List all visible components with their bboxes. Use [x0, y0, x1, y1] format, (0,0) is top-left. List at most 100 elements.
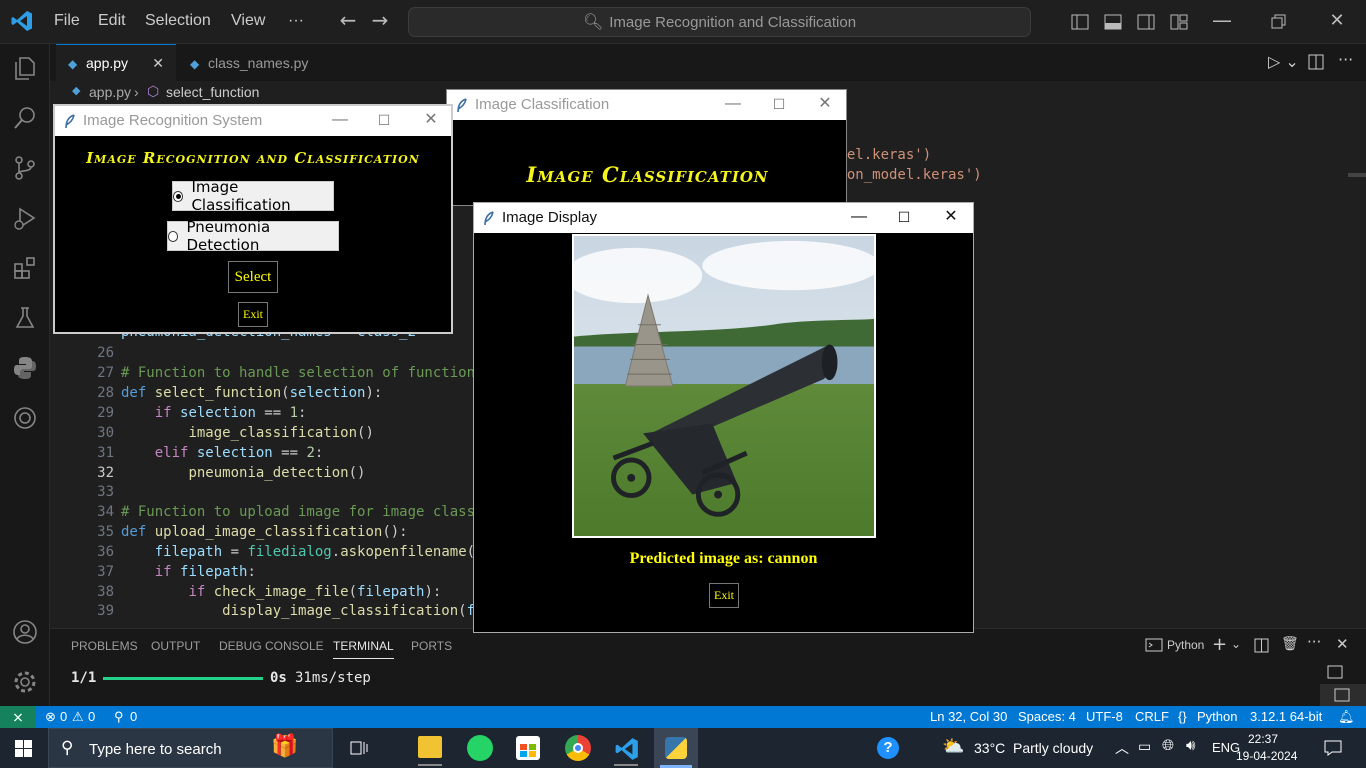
tab-class-names-py[interactable]: ◆ class_names.py [178, 44, 320, 81]
line-number: 28 [97, 385, 114, 401]
exit-button[interactable]: Exit [238, 302, 268, 327]
maximize-icon[interactable]: ☐ [894, 207, 914, 227]
remote-indicator-icon[interactable]: ⨯ [0, 706, 36, 728]
split-terminal-icon[interactable] [1254, 638, 1269, 653]
select-button[interactable]: Select [228, 261, 278, 293]
maximize-icon[interactable]: ☐ [374, 110, 394, 130]
terminal-shell-label[interactable]: Python [1167, 638, 1204, 652]
tab-app-py[interactable]: ◆ app.py ✕ [56, 44, 176, 81]
back-arrow-icon[interactable]: ← [338, 10, 358, 30]
notifications-bell-icon[interactable]: 🔔︎ [1338, 709, 1355, 725]
minimize-icon[interactable]: — [330, 110, 350, 130]
ports-icon[interactable]: ⚲ [114, 709, 124, 725]
testing-flask-icon[interactable] [11, 304, 39, 332]
warning-count[interactable]: 0 [88, 709, 95, 724]
forward-arrow-icon[interactable]: → [370, 10, 390, 30]
more-actions-icon[interactable]: ··· [1338, 50, 1353, 69]
microsoft-store-icon[interactable] [516, 736, 540, 760]
panel-tab-terminal[interactable]: TERMINAL [333, 639, 394, 659]
weather-temperature[interactable]: 33°C [974, 740, 1005, 756]
volume-icon[interactable]: 🔊︎ [1186, 737, 1195, 754]
close-icon[interactable]: ✕ [421, 110, 441, 130]
clock-time[interactable]: 22:37 [1248, 732, 1278, 746]
errors-icon[interactable]: ⊗ [45, 709, 56, 725]
menu-edit[interactable]: Edit [98, 12, 126, 30]
maximize-icon[interactable]: ☐ [769, 94, 789, 114]
vscode-taskbar-icon[interactable] [614, 736, 640, 762]
run-debug-icon[interactable] [11, 204, 39, 232]
panel-tab-ports[interactable]: PORTS [411, 639, 452, 653]
menu-file[interactable]: File [54, 12, 80, 30]
close-icon[interactable]: ✕ [941, 207, 961, 227]
customize-layout-icon[interactable] [1170, 13, 1188, 31]
breadcrumb-symbol[interactable]: select_function [166, 84, 259, 100]
split-editor-icon[interactable] [1308, 54, 1324, 70]
chevron-up-icon[interactable]: ︿ [1115, 738, 1129, 758]
new-terminal-icon[interactable]: + [1212, 634, 1227, 655]
explorer-icon[interactable] [11, 54, 39, 82]
menu-more[interactable]: ··· [288, 12, 304, 30]
close-panel-icon[interactable]: ✕ [1336, 635, 1349, 653]
close-tab-icon[interactable]: ✕ [152, 55, 164, 72]
settings-gear-icon[interactable] [11, 668, 39, 696]
file-explorer-icon[interactable] [418, 736, 442, 758]
breadcrumb-file[interactable]: app.py [89, 84, 131, 100]
accounts-icon[interactable] [11, 618, 39, 646]
python-taskbar-button[interactable] [654, 728, 698, 768]
indentation[interactable]: Spaces: 4 [1018, 709, 1076, 724]
minimize-icon[interactable]: — [723, 94, 743, 114]
whatsapp-icon[interactable] [467, 735, 493, 761]
command-center-search[interactable]: 🔍︎ Image Recognition and Classification [408, 7, 1031, 37]
weather-description[interactable]: Partly cloudy [1013, 740, 1093, 756]
encoding[interactable]: UTF-8 [1086, 709, 1123, 724]
exit-button[interactable]: Exit [709, 583, 739, 608]
toggle-secondary-sidebar-icon[interactable] [1137, 13, 1155, 31]
run-python-file-icon[interactable]: ▷ ⌄ [1268, 52, 1299, 71]
source-control-icon[interactable] [11, 154, 39, 182]
windows-start-icon[interactable] [15, 740, 32, 757]
chevron-down-icon[interactable]: ⌄ [1231, 637, 1241, 651]
radio-pneumonia-detection[interactable]: Pneumonia Detection [167, 218, 339, 254]
python-interpreter[interactable]: 3.12.1 64-bit [1250, 709, 1322, 724]
window-title-bar[interactable]: Image Recognition System — ☐ ✕ [55, 106, 451, 136]
panel-tab-problems[interactable]: PROBLEMS [71, 639, 138, 653]
restore-icon[interactable] [1271, 14, 1287, 30]
toggle-panel-icon[interactable] [1104, 13, 1122, 31]
tab-label: class_names.py [208, 54, 309, 71]
language-mode[interactable]: Python [1197, 709, 1237, 724]
chrome-icon[interactable] [565, 735, 591, 761]
battery-icon[interactable]: ▭ [1138, 738, 1151, 755]
error-count[interactable]: 0 [60, 709, 67, 724]
toggle-sidebar-icon[interactable] [1071, 13, 1089, 31]
help-question-icon[interactable]: ? [877, 737, 899, 759]
more-actions-icon[interactable]: ··· [1307, 633, 1321, 651]
notification-center-icon[interactable] [1324, 740, 1342, 756]
extensions-icon[interactable] [11, 254, 39, 282]
network-globe-icon[interactable]: 🌐︎ [1162, 737, 1174, 754]
window-title-bar[interactable]: Image Classification — ☐ ✕ [447, 90, 846, 120]
warning-icon[interactable]: ⚠ [72, 709, 84, 725]
radio-image-classification[interactable]: Image Classification [172, 178, 334, 214]
panel-tab-output[interactable]: OUTPUT [151, 639, 200, 653]
window-title-bar[interactable]: Image Display — ☐ ✕ [474, 203, 973, 233]
clock-date[interactable]: 19-04-2024 [1236, 749, 1297, 763]
line-number: 35 [97, 524, 114, 540]
taskbar-search-box[interactable]: ⚲ Type here to search 🎁 [48, 728, 333, 768]
task-view-icon[interactable] [350, 740, 368, 756]
minimize-icon[interactable]: — [849, 207, 869, 227]
line-ending[interactable]: CRLF [1135, 709, 1169, 724]
trash-icon[interactable]: 🗑︎ [1281, 636, 1299, 652]
ports-count[interactable]: 0 [130, 709, 137, 724]
python-icon[interactable] [11, 354, 39, 382]
minimize-icon[interactable]: — [1212, 10, 1232, 30]
terminal-instance-active[interactable] [1320, 684, 1366, 706]
copilot-chat-icon[interactable] [11, 404, 39, 432]
menu-selection[interactable]: Selection [145, 12, 211, 30]
panel-tab-debug-console[interactable]: DEBUG CONSOLE [219, 639, 324, 653]
search-icon[interactable] [11, 104, 39, 132]
close-icon[interactable]: ✕ [815, 94, 835, 114]
menu-view[interactable]: View [231, 12, 265, 30]
close-icon[interactable]: ✕ [1327, 11, 1347, 31]
terminal-instance-icon[interactable] [1327, 665, 1343, 679]
cursor-position[interactable]: Ln 32, Col 30 [930, 709, 1007, 724]
